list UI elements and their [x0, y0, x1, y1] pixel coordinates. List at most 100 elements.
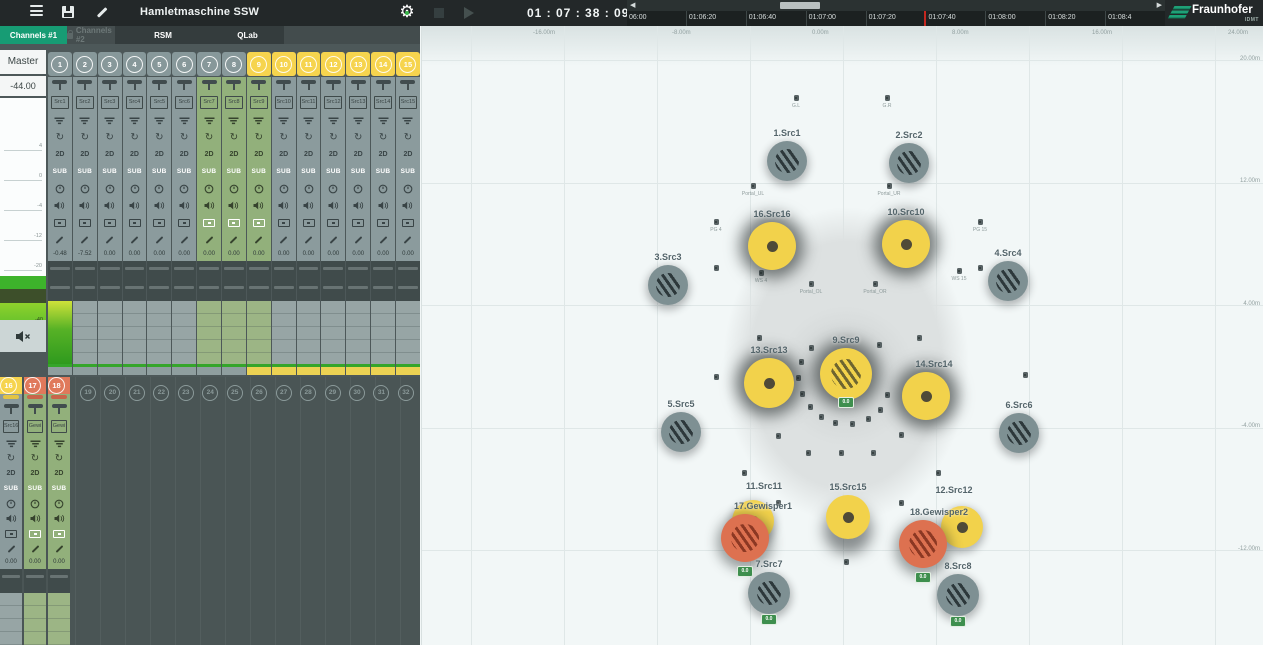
sub-label[interactable]: SUB — [371, 163, 395, 180]
channel-fader-handle[interactable] — [197, 77, 221, 95]
loudspeaker-icon[interactable] — [714, 265, 719, 271]
channel-header-13[interactable]: 13 — [346, 52, 370, 76]
rotate-icon[interactable]: ↻ — [98, 129, 122, 146]
pencil-icon[interactable] — [147, 231, 171, 248]
channel-fader-scale[interactable] — [247, 301, 271, 364]
filter-icon[interactable] — [48, 112, 72, 129]
rotate-icon[interactable]: ↻ — [321, 129, 345, 146]
pencil-icon[interactable] — [98, 231, 122, 248]
rotate-icon[interactable]: ↻ — [24, 451, 46, 466]
pencil-icon[interactable] — [0, 541, 22, 556]
master-gain-value[interactable]: -44.00 — [0, 76, 46, 96]
tab-channels-2[interactable]: Channels #2 — [67, 26, 115, 44]
channel-header-16[interactable]: 16 — [0, 377, 22, 394]
tab-rsm[interactable]: RSM — [115, 26, 211, 44]
channel-src-label[interactable]: Gewi — [51, 420, 67, 433]
channel-src-label[interactable]: Src5 — [150, 96, 168, 109]
channel-meter-bands[interactable] — [297, 261, 321, 301]
channel-fader-scale[interactable] — [272, 301, 296, 364]
channel-gain-value[interactable]: 0.00 — [123, 248, 147, 261]
loudspeaker-icon[interactable] — [899, 500, 904, 506]
tab-channels-1[interactable]: Channels #1 — [0, 26, 67, 44]
channel-meter-bands[interactable] — [73, 261, 97, 301]
channel-src-label[interactable]: Src3 — [101, 96, 119, 109]
menu-icon[interactable] — [30, 5, 43, 16]
display-box-icon[interactable] — [147, 214, 171, 231]
speaker-icon[interactable] — [346, 197, 370, 214]
mode-2d-label[interactable]: 2D — [247, 146, 271, 163]
channel-meter-bands[interactable] — [222, 261, 246, 301]
channel-src-label[interactable]: Gewi — [27, 420, 43, 433]
channel-header-9[interactable]: 9 — [247, 52, 271, 76]
filter-icon[interactable] — [371, 112, 395, 129]
channel-fader-handle[interactable] — [24, 401, 46, 419]
channel-header-10[interactable]: 10 — [272, 52, 296, 76]
channel-src-label[interactable]: Src13 — [349, 96, 367, 109]
channel-header-17[interactable]: 17 — [24, 377, 46, 394]
display-box-icon[interactable] — [48, 214, 72, 231]
clock-icon[interactable] — [247, 180, 271, 197]
pencil-icon[interactable] — [321, 231, 345, 248]
channel-gain-value[interactable]: -0.48 — [48, 248, 72, 261]
display-box-icon[interactable] — [321, 214, 345, 231]
edit-pencil-icon[interactable] — [95, 7, 107, 19]
display-box-icon[interactable] — [0, 526, 22, 541]
channel-meter-bands[interactable] — [272, 261, 296, 301]
channel-meter-bands[interactable] — [147, 261, 171, 301]
clock-icon[interactable] — [123, 180, 147, 197]
loudspeaker-icon[interactable] — [887, 183, 892, 189]
sub-label[interactable]: SUB — [48, 163, 72, 180]
mode-2d-label[interactable]: 2D — [24, 466, 46, 481]
pencil-icon[interactable] — [123, 231, 147, 248]
channel-meter-bands[interactable] — [371, 261, 395, 301]
channel-fader-scale[interactable] — [321, 301, 345, 364]
loudspeaker-icon[interactable] — [917, 335, 922, 341]
channel-gain-value[interactable]: 0.00 — [297, 248, 321, 261]
channel-fader-scale[interactable] — [48, 593, 70, 645]
channel-src-label[interactable]: Src9 — [250, 96, 268, 109]
rotate-icon[interactable]: ↻ — [247, 129, 271, 146]
filter-icon[interactable] — [346, 112, 370, 129]
filter-icon[interactable] — [24, 436, 46, 451]
channel-meter-bands[interactable] — [197, 261, 221, 301]
loudspeaker-icon[interactable] — [751, 183, 756, 189]
pencil-icon[interactable] — [346, 231, 370, 248]
loudspeaker-icon[interactable] — [714, 374, 719, 380]
speaker-icon[interactable] — [48, 197, 72, 214]
channel-fader-scale[interactable] — [48, 301, 72, 364]
filter-icon[interactable] — [73, 112, 97, 129]
channel-gain-value[interactable]: 0.00 — [172, 248, 196, 261]
source-src9[interactable]: 0.0 — [820, 348, 872, 400]
loudspeaker-icon[interactable] — [819, 414, 824, 420]
rotate-icon[interactable]: ↻ — [48, 129, 72, 146]
pencil-icon[interactable] — [24, 541, 46, 556]
channel-header-7[interactable]: 7 — [197, 52, 221, 76]
source-src7[interactable]: 0.0 — [748, 572, 790, 614]
mode-2d-label[interactable]: 2D — [197, 146, 221, 163]
scrollbar-thumb[interactable] — [780, 2, 820, 9]
rotate-icon[interactable]: ↻ — [172, 129, 196, 146]
tab-qlab[interactable]: QLab — [211, 26, 284, 44]
sub-label[interactable]: SUB — [98, 163, 122, 180]
rotate-icon[interactable]: ↻ — [48, 451, 70, 466]
channel-meter-bands[interactable] — [172, 261, 196, 301]
loudspeaker-icon[interactable] — [796, 375, 801, 381]
clock-icon[interactable] — [147, 180, 171, 197]
loudspeaker-icon[interactable] — [800, 391, 805, 397]
channel-src-label[interactable]: Src12 — [324, 96, 342, 109]
channel-fader-handle[interactable] — [272, 77, 296, 95]
loudspeaker-icon[interactable] — [776, 433, 781, 439]
channel-fader-handle[interactable] — [48, 401, 70, 419]
mode-2d-label[interactable]: 2D — [147, 146, 171, 163]
channel-header-23[interactable]: 23 — [178, 385, 194, 401]
speaker-icon[interactable] — [172, 197, 196, 214]
mode-2d-label[interactable]: 2D — [297, 146, 321, 163]
filter-icon[interactable] — [172, 112, 196, 129]
clock-icon[interactable] — [98, 180, 122, 197]
channel-gain-value[interactable]: 0.00 — [396, 248, 420, 261]
clock-icon[interactable] — [73, 180, 97, 197]
pencil-icon[interactable] — [371, 231, 395, 248]
channel-header-8[interactable]: 8 — [222, 52, 246, 76]
sub-label[interactable]: SUB — [272, 163, 296, 180]
mode-2d-label[interactable]: 2D — [0, 466, 22, 481]
